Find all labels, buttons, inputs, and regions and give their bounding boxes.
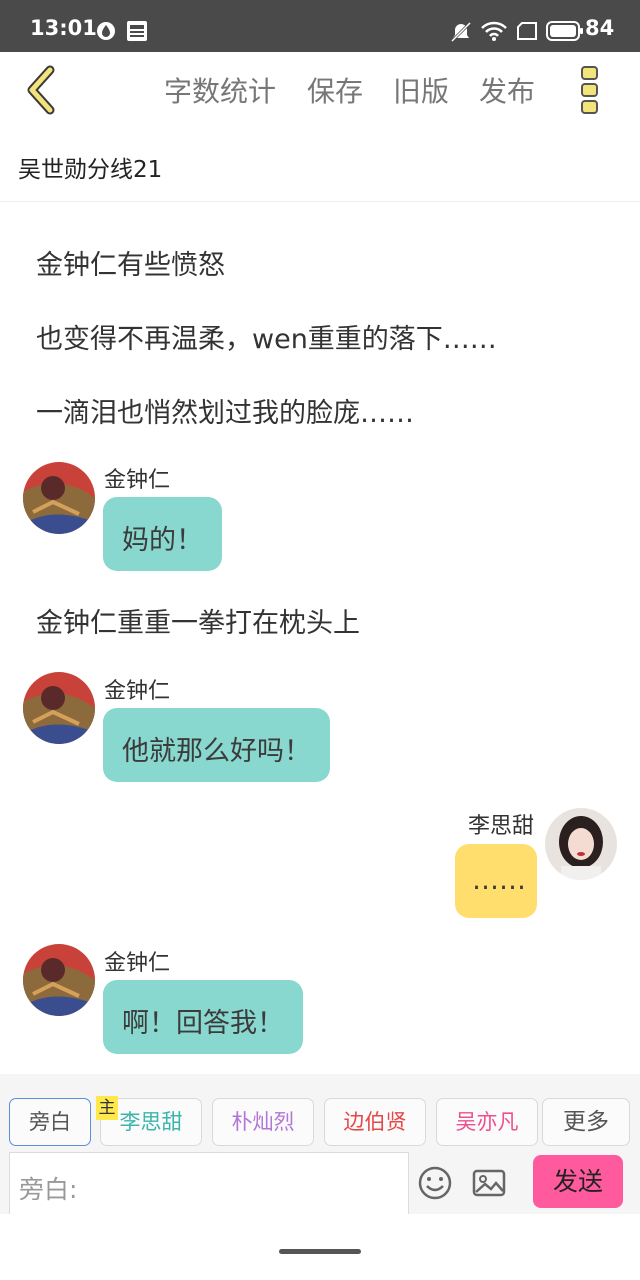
sim-icon: [516, 21, 538, 45]
speaker-name: 金钟仁: [104, 951, 171, 976]
chat-bubble[interactable]: 他就那么好吗！: [103, 708, 330, 782]
more-menu-button[interactable]: [578, 64, 602, 116]
vertical-dots-icon: [581, 66, 598, 114]
role-wuyifan-button[interactable]: 吴亦凡: [436, 1098, 538, 1146]
smiley-icon: [418, 1166, 452, 1200]
data-saver-icon: [96, 21, 116, 45]
speaker-name: 金钟仁: [104, 679, 171, 704]
more-roles-button[interactable]: 更多: [542, 1098, 630, 1146]
status-time: 13:01: [30, 16, 97, 40]
system-nav-bar: [0, 1214, 640, 1280]
speaker-name: 李思甜: [468, 814, 535, 839]
editor-toolbar: 字数统计 保存 旧版 发布: [0, 52, 640, 128]
avatar[interactable]: [23, 944, 95, 1016]
input-panel: 旁白 李思甜 主 朴灿烈 边伯贤 吴亦凡 更多 旁白: 发送: [0, 1074, 640, 1214]
image-icon: [472, 1169, 506, 1197]
mute-icon: [450, 21, 472, 47]
wifi-icon: [481, 20, 507, 46]
avatar[interactable]: [545, 808, 617, 880]
role-bianboxian-button[interactable]: 边伯贤: [324, 1098, 426, 1146]
word-count-button[interactable]: 字数统计: [164, 70, 276, 110]
message-input[interactable]: 旁白:: [9, 1152, 409, 1214]
back-button[interactable]: [20, 64, 66, 116]
status-bar: 13:01 84: [0, 0, 640, 52]
narration-line[interactable]: 也变得不再温柔，wen重重的落下……: [36, 317, 497, 356]
old-version-button[interactable]: 旧版: [393, 70, 449, 110]
chat-bubble[interactable]: 啊！回答我！: [103, 980, 303, 1054]
home-indicator[interactable]: [279, 1249, 361, 1254]
role-narrator-button[interactable]: 旁白: [9, 1098, 91, 1146]
send-button[interactable]: 发送: [533, 1155, 623, 1208]
chapter-title[interactable]: 吴世勋分线21: [18, 150, 162, 184]
chapter-title-bar: 吴世勋分线21: [0, 128, 640, 202]
save-button[interactable]: 保存: [307, 70, 363, 110]
image-button[interactable]: [470, 1164, 508, 1202]
battery-level: 84: [585, 16, 615, 40]
avatar[interactable]: [23, 462, 95, 534]
chat-bubble[interactable]: ……: [455, 844, 537, 918]
emoji-button[interactable]: [416, 1164, 454, 1202]
chevron-left-icon: [27, 65, 55, 115]
main-role-badge: 主: [96, 1096, 118, 1120]
narration-line[interactable]: 一滴泪也悄然划过我的脸庞……: [36, 391, 414, 430]
news-icon: [126, 20, 148, 46]
role-puchanlie-button[interactable]: 朴灿烈: [212, 1098, 314, 1146]
battery-icon: [546, 21, 584, 45]
publish-button[interactable]: 发布: [479, 70, 535, 110]
narration-line[interactable]: 金钟仁重重一拳打在枕头上: [36, 601, 360, 640]
speaker-name: 金钟仁: [104, 468, 171, 493]
chat-bubble[interactable]: 妈的！: [103, 497, 222, 571]
narration-line[interactable]: 金钟仁有些愤怒: [36, 243, 225, 282]
avatar[interactable]: [23, 672, 95, 744]
